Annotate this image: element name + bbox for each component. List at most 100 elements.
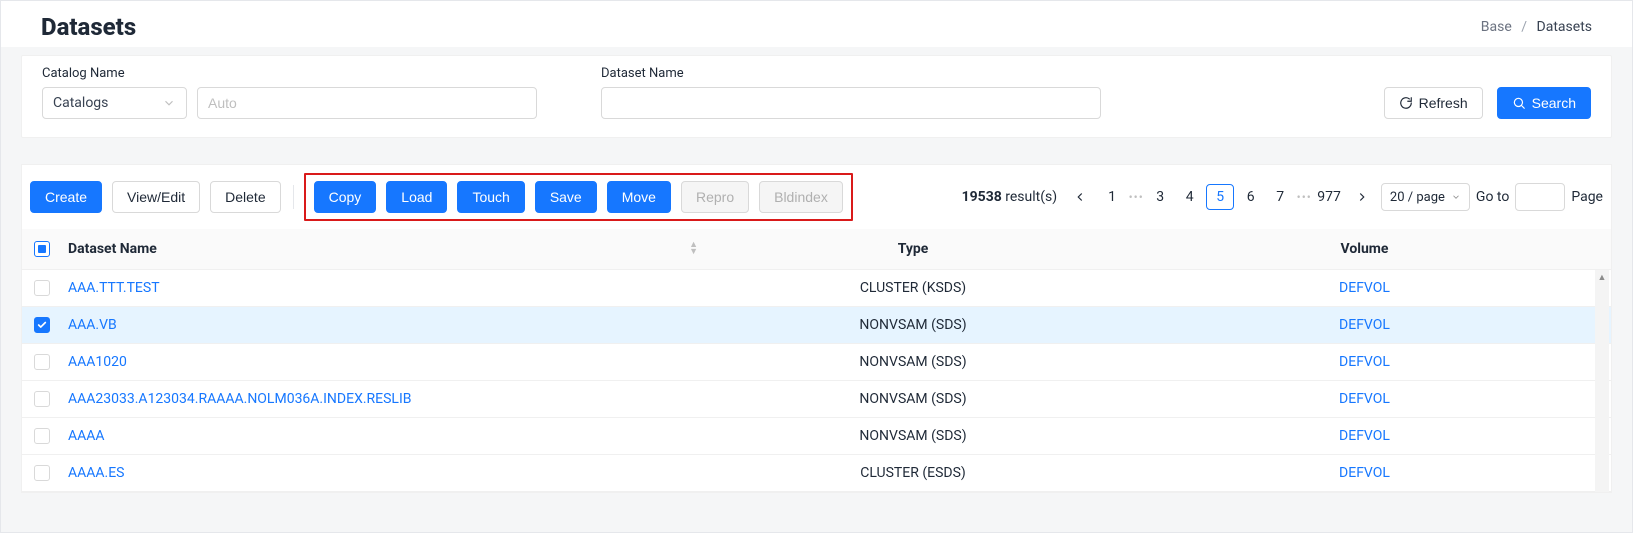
volume-link[interactable]: DEFVOL — [1339, 354, 1390, 370]
page-ellipsis[interactable]: ••• — [1129, 190, 1144, 204]
results-count: 19538 result(s) — [962, 189, 1058, 205]
volume-link[interactable]: DEFVOL — [1339, 391, 1390, 407]
dataset-link[interactable]: AAA.VB — [68, 317, 117, 333]
results-count-number: 19538 — [962, 189, 1002, 205]
breadcrumb: Base / Datasets — [1481, 19, 1592, 35]
goto-input[interactable] — [1515, 183, 1565, 211]
row-checkbox[interactable] — [34, 391, 50, 407]
page-6[interactable]: 6 — [1238, 185, 1264, 209]
column-header-type[interactable]: Type — [708, 241, 1118, 257]
row-checkbox[interactable] — [34, 354, 50, 370]
row-checkbox[interactable] — [34, 280, 50, 296]
touch-button[interactable]: Touch — [457, 181, 524, 213]
table-row: AAAA NONVSAM (SDS) DEFVOL — [22, 418, 1611, 455]
load-button[interactable]: Load — [386, 181, 447, 213]
volume-link[interactable]: DEFVOL — [1339, 280, 1390, 296]
dataset-link[interactable]: AAAA.ES — [68, 465, 125, 481]
results-count-suffix: result(s) — [1005, 189, 1057, 205]
page-5[interactable]: 5 — [1206, 184, 1234, 210]
chevron-left-icon — [1073, 190, 1087, 204]
scrollbar[interactable]: ▲ — [1595, 270, 1609, 492]
table-row: AAA23033.A123034.RAAAA.NOLM036A.INDEX.RE… — [22, 381, 1611, 418]
page-3[interactable]: 3 — [1147, 185, 1173, 209]
refresh-button[interactable]: Refresh — [1384, 87, 1483, 119]
dataset-link[interactable]: AAA.TTT.TEST — [68, 280, 160, 296]
dataset-type: NONVSAM (SDS) — [708, 428, 1118, 444]
breadcrumb-current: Datasets — [1537, 19, 1592, 35]
dataset-type: NONVSAM (SDS) — [708, 317, 1118, 333]
bldindex-label: Bldindex — [774, 182, 828, 212]
filter-bar: Catalog Name Catalogs Dataset Name Refre… — [21, 55, 1612, 138]
chevron-down-icon — [162, 96, 176, 110]
catalog-select-value: Catalogs — [53, 95, 108, 111]
column-header-volume-label: Volume — [1341, 241, 1389, 257]
page-prev[interactable] — [1067, 185, 1093, 209]
load-label: Load — [401, 182, 432, 212]
sort-icon[interactable]: ▲▼ — [689, 242, 698, 256]
dataset-link[interactable]: AAA1020 — [68, 354, 127, 370]
page-ellipsis[interactable]: ••• — [1297, 190, 1312, 204]
search-button[interactable]: Search — [1497, 87, 1591, 119]
search-label: Search — [1532, 88, 1576, 118]
page-977[interactable]: 977 — [1315, 185, 1343, 209]
view-edit-label: View/Edit — [127, 182, 185, 212]
volume-link[interactable]: DEFVOL — [1339, 428, 1390, 444]
page-1[interactable]: 1 — [1099, 185, 1125, 209]
column-header-type-label: Type — [898, 241, 929, 257]
dataset-type: NONVSAM (SDS) — [708, 354, 1118, 370]
delete-button[interactable]: Delete — [210, 181, 280, 213]
dataset-name-label: Dataset Name — [601, 66, 1101, 81]
search-icon — [1512, 96, 1526, 110]
bldindex-button: Bldindex — [759, 181, 843, 213]
page-next[interactable] — [1349, 185, 1375, 209]
save-button[interactable]: Save — [535, 181, 597, 213]
dataset-type: CLUSTER (KSDS) — [708, 280, 1118, 296]
row-checkbox[interactable] — [34, 428, 50, 444]
scrollbar-up-arrow[interactable]: ▲ — [1595, 270, 1609, 284]
refresh-icon — [1399, 96, 1413, 110]
move-label: Move — [622, 182, 656, 212]
row-checkbox[interactable] — [34, 465, 50, 481]
dataset-table: Dataset Name ▲▼ Type Volume AAA.TTT.TEST… — [21, 229, 1612, 493]
page-4[interactable]: 4 — [1177, 185, 1203, 209]
dataset-link[interactable]: AAAA — [68, 428, 105, 444]
delete-label: Delete — [225, 182, 265, 212]
goto-label: Go to — [1476, 189, 1509, 205]
move-button[interactable]: Move — [607, 181, 671, 213]
goto-page-word: Page — [1571, 189, 1603, 205]
select-all-checkbox[interactable] — [34, 241, 50, 257]
table-header: Dataset Name ▲▼ Type Volume — [22, 229, 1611, 270]
catalog-auto-input[interactable] — [197, 87, 537, 119]
dataset-type: NONVSAM (SDS) — [708, 391, 1118, 407]
dataset-type: CLUSTER (ESDS) — [708, 465, 1118, 481]
highlighted-action-group: Copy Load Touch Save Move Repro Bldindex — [304, 173, 853, 221]
table-row: AAA.VB NONVSAM (SDS) DEFVOL — [22, 307, 1611, 344]
catalog-select[interactable]: Catalogs — [42, 87, 187, 119]
page-size-select[interactable]: 20 / page — [1381, 183, 1470, 211]
touch-label: Touch — [472, 182, 509, 212]
catalog-name-label: Catalog Name — [42, 66, 537, 81]
create-button[interactable]: Create — [30, 181, 102, 213]
row-checkbox[interactable] — [34, 317, 50, 333]
chevron-right-icon — [1355, 190, 1369, 204]
goto-page: Go to Page — [1476, 183, 1603, 211]
volume-link[interactable]: DEFVOL — [1339, 317, 1390, 333]
table-row: AAA.TTT.TEST CLUSTER (KSDS) DEFVOL — [22, 270, 1611, 307]
breadcrumb-base[interactable]: Base — [1481, 19, 1512, 35]
refresh-label: Refresh — [1419, 88, 1468, 118]
page-size-label: 20 / page — [1390, 190, 1445, 205]
view-edit-button[interactable]: View/Edit — [112, 181, 200, 213]
copy-label: Copy — [329, 182, 362, 212]
page-title: Datasets — [41, 13, 136, 41]
dataset-link[interactable]: AAA23033.A123034.RAAAA.NOLM036A.INDEX.RE… — [68, 391, 412, 407]
page-7[interactable]: 7 — [1267, 185, 1293, 209]
save-label: Save — [550, 182, 582, 212]
volume-link[interactable]: DEFVOL — [1339, 465, 1390, 481]
dataset-name-input[interactable] — [601, 87, 1101, 119]
column-header-name-label: Dataset Name — [68, 241, 157, 257]
copy-button[interactable]: Copy — [314, 181, 377, 213]
table-row: AAAA.ES CLUSTER (ESDS) DEFVOL — [22, 455, 1611, 492]
repro-label: Repro — [696, 182, 734, 212]
column-header-name[interactable]: Dataset Name ▲▼ — [62, 241, 708, 257]
column-header-volume[interactable]: Volume — [1118, 241, 1611, 257]
